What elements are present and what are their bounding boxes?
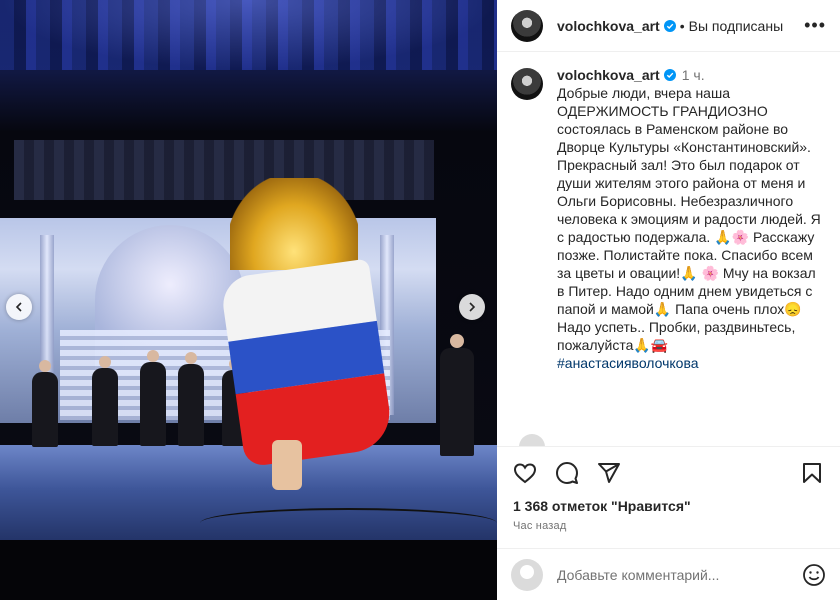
caption-username[interactable]: volochkova_art (557, 67, 660, 83)
separator-dot: • (679, 17, 685, 34)
caption-author-avatar[interactable] (511, 68, 543, 100)
follow-status-button[interactable]: Вы подписаны (689, 18, 784, 34)
chevron-right-icon (469, 302, 476, 312)
golden-crown (230, 178, 358, 270)
next-photo-button[interactable] (459, 294, 485, 320)
user-avatar (511, 558, 543, 591)
performer (92, 368, 118, 446)
performer-head (450, 334, 464, 348)
chevron-left-icon (15, 302, 22, 312)
post-header: volochkova_art • Вы подписаны ••• (497, 0, 840, 52)
hashtag-link[interactable]: #анастасияволочкова (557, 354, 826, 372)
previous-photo-button[interactable] (6, 294, 32, 320)
emoji-icon[interactable] (802, 563, 826, 587)
post-age[interactable]: Час назад (497, 520, 840, 548)
flag-costume (219, 258, 395, 468)
caption-body: volochkova_art 1 ч. Добрые люди, вчера на… (557, 66, 826, 372)
comment-icon (556, 461, 578, 484)
caption-text: Добрые люди, вчера наша ОДЕРЖИМОСТЬ ГРАН… (557, 85, 821, 353)
stage-valance (14, 140, 434, 200)
performer-head (39, 360, 51, 372)
stage-cable (200, 508, 497, 538)
stage-light (0, 0, 497, 70)
author-username[interactable]: volochkova_art (557, 18, 660, 34)
performer (140, 362, 166, 446)
likes-count[interactable]: 1 368 отметок "Нравится" (497, 498, 840, 520)
verified-badge-icon (663, 69, 676, 81)
action-bar (497, 446, 840, 498)
performer (440, 348, 474, 456)
performer-head (147, 350, 159, 362)
more-options-icon[interactable]: ••• (804, 15, 826, 36)
author-avatar[interactable] (511, 9, 543, 42)
caption: volochkova_art 1 ч. Добрые люди, вчера на… (511, 66, 826, 372)
performer-head (185, 352, 197, 364)
comment-button[interactable] (553, 459, 581, 487)
dancer-legs (272, 440, 302, 490)
post-photo (0, 0, 497, 600)
comment-input[interactable] (557, 566, 802, 583)
post-dialog: volochkova_art • Вы подписаны ••• voloch… (0, 0, 840, 600)
share-icon (598, 462, 620, 483)
performer (32, 372, 58, 447)
like-button[interactable] (511, 459, 539, 487)
share-button[interactable] (595, 459, 623, 487)
caption-timestamp[interactable]: 1 ч. (682, 67, 705, 83)
verified-badge-icon (663, 19, 676, 32)
comment-bar (497, 548, 840, 600)
stage-edge (0, 540, 497, 600)
post-side-panel: volochkova_art • Вы подписаны ••• voloch… (497, 0, 840, 600)
comment-avatar-partial (519, 434, 545, 446)
bookmark-icon (803, 462, 821, 483)
save-button[interactable] (798, 459, 826, 487)
performer-head (99, 356, 111, 368)
caption-section: volochkova_art 1 ч. Добрые люди, вчера на… (497, 52, 840, 446)
heart-icon (513, 462, 537, 483)
performer (178, 364, 204, 446)
